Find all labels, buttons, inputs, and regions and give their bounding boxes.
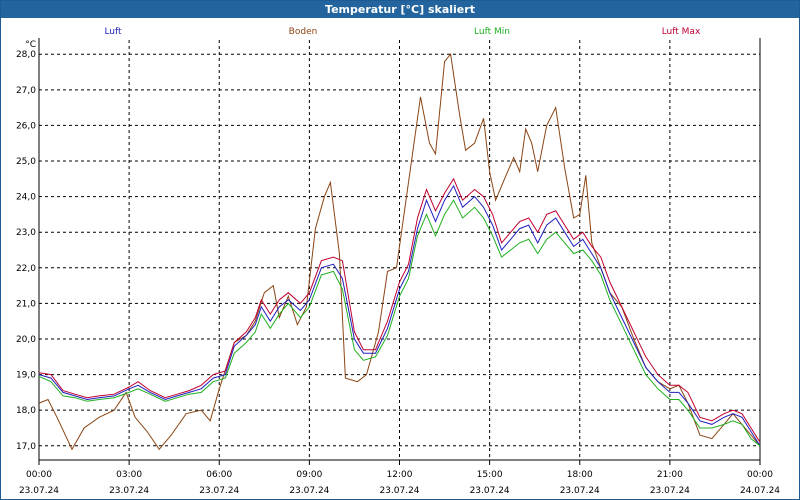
x-tick-time: 00:00: [26, 470, 52, 480]
y-tick-label: 25,0: [16, 157, 36, 167]
y-tick-label: 17,0: [16, 442, 36, 452]
legend: Luft Boden Luft Min Luft Max: [104, 27, 701, 37]
x-tick-date: 23.07.24: [650, 486, 690, 496]
x-tick-date: 23.07.24: [470, 486, 510, 496]
x-tick-time: 15:00: [477, 470, 503, 480]
x-tick-time: 06:00: [206, 470, 232, 480]
x-tick-date: 24.07.24: [740, 486, 780, 496]
y-tick-label: 27,0: [16, 86, 36, 96]
y-tick-label: 22,0: [16, 264, 36, 274]
x-tick-date: 23.07.24: [199, 486, 239, 496]
y-tick-label: 26,0: [16, 121, 36, 131]
legend-entry: Luft Max: [662, 27, 701, 37]
y-tick-label: 18,0: [16, 406, 36, 416]
x-tick-time: 18:00: [567, 470, 593, 480]
x-tick-date: 23.07.24: [19, 486, 59, 496]
x-tick-date: 23.07.24: [289, 486, 329, 496]
x-tick-date: 23.07.24: [560, 486, 600, 496]
y-tick-label: 28,0: [16, 50, 36, 60]
x-tick-time: 12:00: [387, 470, 413, 480]
y-axis-tick-labels: 17,0 18,0 19,0 20,0 21,0 22,0 23,0 24,0 25,0 26,0…: [16, 40, 36, 452]
x-tick-time: 03:00: [116, 470, 142, 480]
x-axis-tick-labels: 00:00 23.07.24 03:00 23.07.24 06:00 23.07.24 0…: [19, 470, 780, 496]
legend-entry: Luft Min: [474, 27, 510, 37]
legend-entry: Luft: [104, 27, 122, 37]
y-tick-label: 20,0: [16, 335, 36, 345]
x-tick-time: 09:00: [296, 470, 322, 480]
y-unit-label: °C: [25, 40, 36, 50]
y-tick-label: 24,0: [16, 193, 36, 203]
temperature-chart: 17,0 18,0 19,0 20,0 21,0 22,0 23,0 24,0 25,0 26,0…: [16, 27, 780, 496]
x-tick-date: 23.07.24: [379, 486, 419, 496]
x-tick-time: 00:00: [747, 470, 773, 480]
x-tick-time: 21:00: [657, 470, 683, 480]
x-tick-date: 23.07.24: [109, 486, 149, 496]
y-tick-label: 23,0: [16, 228, 36, 238]
y-tick-label: 21,0: [16, 299, 36, 309]
y-tick-label: 19,0: [16, 371, 36, 381]
legend-entry: Boden: [289, 27, 318, 37]
